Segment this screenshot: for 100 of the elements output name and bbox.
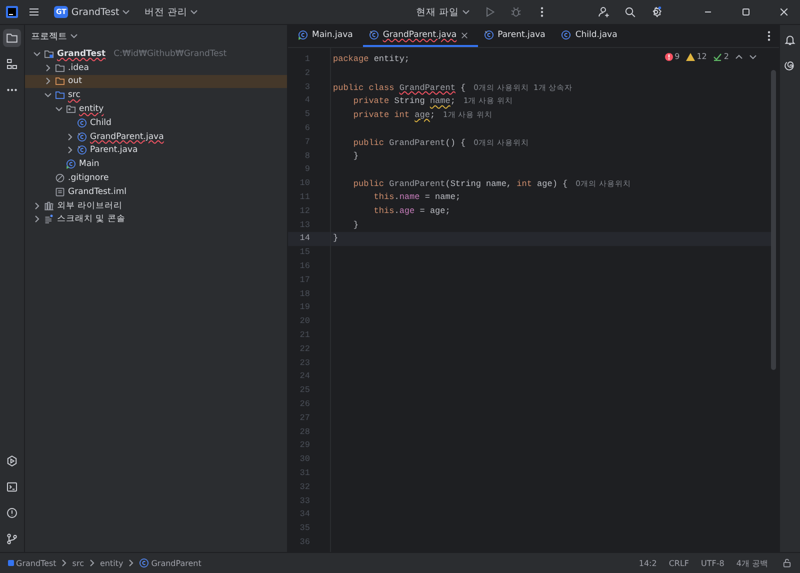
- editor-tab[interactable]: GrandParent.java: [362, 25, 478, 47]
- tree-item[interactable]: 스크래치 및 콘솔: [25, 212, 287, 226]
- close-tab-icon[interactable]: [460, 32, 468, 38]
- expand-chevron-icon[interactable]: [33, 50, 41, 58]
- tree-item[interactable]: out: [25, 74, 287, 88]
- separator-chevron-icon[interactable]: [127, 559, 136, 567]
- code-token: GrandParent: [399, 82, 456, 93]
- code-token: private int: [352, 110, 411, 120]
- project-panel-title[interactable]: 프로젝트: [31, 30, 78, 42]
- code-token: String: [394, 96, 426, 106]
- class-icon: [77, 118, 87, 128]
- chevron-icon[interactable]: [190, 8, 198, 16]
- next-icon[interactable]: [749, 52, 757, 60]
- expand-chevron-icon[interactable]: [44, 64, 52, 72]
- tree-item[interactable]: GrandTest.iml: [25, 184, 287, 199]
- app-logo-icon[interactable]: [6, 6, 18, 18]
- module-file-icon: [55, 186, 65, 197]
- lock-icon[interactable]: [782, 558, 792, 568]
- code-token: (String name,: [445, 179, 513, 190]
- code-token: {: [460, 82, 466, 93]
- tree-item[interactable]: src: [25, 88, 287, 102]
- tree-item[interactable]: GrandTest C:₩id₩Github₩GrandTest: [25, 47, 287, 61]
- chevron-icon[interactable]: [122, 8, 130, 16]
- library-icon: [44, 200, 54, 211]
- code-token: .: [394, 206, 400, 216]
- folder-icon: [55, 76, 65, 86]
- separator-chevron-icon[interactable]: [60, 559, 68, 567]
- chevron-icon[interactable]: [70, 32, 78, 40]
- ignore-file-icon: [55, 173, 65, 184]
- package-icon: [66, 104, 76, 114]
- status-item[interactable]: CRLF: [668, 558, 690, 568]
- code-token: }: [333, 233, 338, 244]
- tree-item[interactable]: GrandParent.java: [25, 130, 287, 144]
- expand-chevron-icon[interactable]: [33, 215, 41, 224]
- expand-chevron-icon[interactable]: [44, 77, 52, 86]
- code-token: = name;: [424, 192, 461, 202]
- line-number: 14: [288, 232, 330, 246]
- vcs-menu[interactable]: 버전 관리: [140, 4, 202, 20]
- class-run-icon: [66, 159, 76, 170]
- tree-item[interactable]: Main: [25, 157, 287, 172]
- breadcrumb[interactable]: GrandParent: [139, 558, 202, 568]
- status-item[interactable]: UTF-8: [701, 558, 724, 568]
- code-token: public class: [333, 82, 396, 93]
- breadcrumb[interactable]: entity: [100, 558, 124, 568]
- code-token: GrandParent: [389, 138, 446, 148]
- code-token: () {: [445, 138, 466, 148]
- expand-chevron-icon[interactable]: [33, 202, 41, 210]
- chevron-icon[interactable]: [462, 8, 470, 16]
- error-count[interactable]: 9: [664, 52, 680, 61]
- code-token: public: [352, 138, 386, 148]
- status-item[interactable]: 4개 공백: [736, 558, 768, 568]
- code-token: entity;: [374, 54, 410, 64]
- code-token: name: [399, 192, 420, 202]
- code-token: age: [414, 110, 430, 120]
- expand-chevron-icon[interactable]: [44, 91, 52, 100]
- project-path: C:₩id₩Github₩GrandTest: [114, 48, 227, 59]
- class-icon: [561, 30, 572, 40]
- code-token: age: [399, 206, 415, 216]
- tree-item[interactable]: .gitignore: [25, 171, 287, 185]
- tree-item[interactable]: entity: [25, 102, 287, 116]
- code-token: this: [372, 192, 394, 202]
- scratch-icon: [44, 214, 54, 224]
- code-token: int: [516, 179, 533, 190]
- menu-icon[interactable]: [28, 6, 40, 18]
- separator-chevron-icon[interactable]: [88, 559, 96, 567]
- weak-warning-count[interactable]: 2: [712, 52, 729, 61]
- class-file-icon: [484, 30, 494, 40]
- editor-tab[interactable]: Main.java: [292, 25, 363, 47]
- status-item[interactable]: 14:2: [638, 558, 657, 568]
- code-token: ;: [450, 96, 456, 106]
- editor-tab[interactable]: Child.java: [555, 25, 628, 47]
- folder-icon: [55, 90, 65, 100]
- breadcrumb[interactable]: GrandTest: [8, 558, 56, 568]
- code-token: name: [430, 96, 450, 106]
- class-run-icon: [298, 30, 308, 40]
- run-config-selector[interactable]: 현재 파일: [412, 4, 474, 20]
- breadcrumb[interactable]: src: [72, 558, 84, 568]
- tree-item[interactable]: .idea: [25, 60, 287, 75]
- previous-icon[interactable]: [735, 52, 743, 60]
- class-file-icon: [368, 30, 379, 40]
- code-token: }: [352, 220, 359, 230]
- tree-item[interactable]: Parent.java: [25, 144, 287, 158]
- project-folder-icon[interactable]: [3, 29, 21, 47]
- code-token: = age;: [418, 206, 450, 216]
- code-token: private: [352, 96, 390, 106]
- code-token: public: [352, 179, 386, 190]
- class-file-icon: [77, 132, 87, 142]
- expand-chevron-icon[interactable]: [66, 132, 74, 141]
- code-token: GrandParent: [389, 179, 446, 190]
- folder-icon: [55, 62, 65, 73]
- code-token: ;: [430, 110, 436, 120]
- code-token: }: [352, 150, 359, 161]
- expand-chevron-icon[interactable]: [66, 146, 74, 154]
- editor-tab[interactable]: Parent.java: [478, 25, 556, 47]
- scrollbar-thumb[interactable]: [771, 70, 776, 370]
- tree-item[interactable]: 외부 라이브러리: [25, 198, 287, 213]
- tree-item[interactable]: Child: [25, 116, 287, 130]
- code-token: age) {: [537, 179, 568, 190]
- expand-chevron-icon[interactable]: [55, 105, 63, 114]
- warning-count[interactable]: 12: [686, 52, 707, 61]
